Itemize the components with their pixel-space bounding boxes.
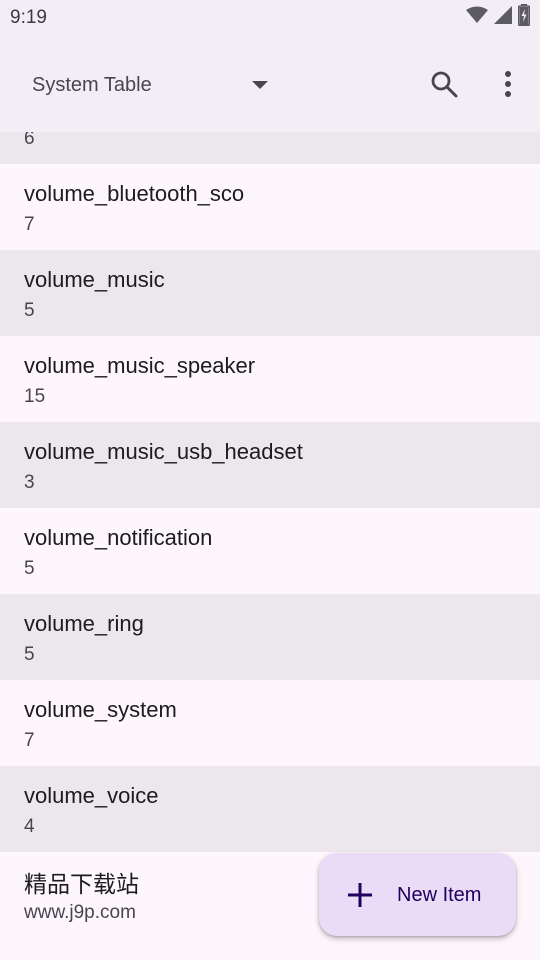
- setting-value: 5: [24, 644, 35, 665]
- status-time: 9:19: [10, 7, 47, 28]
- watermark-title: 精品下载站: [24, 872, 139, 898]
- search-button[interactable]: [422, 64, 466, 108]
- setting-name: volume_music_speaker: [24, 353, 256, 378]
- table-selector-dropdown[interactable]: System Table: [16, 62, 280, 108]
- search-icon: [430, 70, 458, 103]
- list-item[interactable]: volume_notification 5: [0, 508, 540, 594]
- setting-value: 15: [24, 386, 46, 407]
- cell-signal-icon: [494, 5, 512, 29]
- setting-value: 7: [24, 214, 35, 235]
- more-options-button[interactable]: [486, 64, 530, 108]
- plus-icon: [347, 882, 373, 913]
- setting-name: volume_voice: [24, 783, 159, 808]
- status-icons: [466, 3, 531, 31]
- watermark-url: www.j9p.com: [24, 902, 136, 923]
- more-vert-icon: [504, 70, 512, 103]
- status-bar: 9:19: [0, 0, 540, 36]
- list-item[interactable]: volume_music_usb_headset 3: [0, 422, 540, 508]
- setting-value: 6: [24, 132, 35, 149]
- list-item[interactable]: volume_bluetooth_sco 7: [0, 164, 540, 250]
- setting-name: volume_ring: [24, 611, 144, 636]
- list-item[interactable]: volume_music 5: [0, 250, 540, 336]
- settings-list[interactable]: volume_alarm 6 volume_bluetooth_sco 7 vo…: [0, 132, 540, 960]
- table-selector-label: System Table: [32, 73, 152, 96]
- setting-value: 3: [24, 472, 35, 493]
- setting-value: 5: [24, 558, 35, 579]
- list-item[interactable]: volume_ring 5: [0, 594, 540, 680]
- list-item[interactable]: volume_music_speaker 15: [0, 336, 540, 422]
- setting-value: 7: [24, 730, 35, 751]
- setting-value: 5: [24, 300, 35, 321]
- battery-icon: [517, 3, 531, 31]
- fab-label: New Item: [397, 884, 482, 906]
- dropdown-arrow-icon: [252, 78, 268, 96]
- wifi-icon: [466, 6, 488, 29]
- list-item[interactable]: volume_alarm 6: [0, 132, 540, 164]
- list-item[interactable]: volume_voice 4: [0, 766, 540, 852]
- setting-name: volume_system: [24, 697, 177, 722]
- setting-name: volume_bluetooth_sco: [24, 181, 245, 206]
- setting-name: volume_notification: [24, 525, 213, 550]
- setting-value: 4: [24, 816, 35, 837]
- setting-name: volume_music: [24, 267, 165, 292]
- setting-name: volume_music_usb_headset: [24, 439, 303, 464]
- app-bar: System Table: [0, 36, 540, 132]
- new-item-fab[interactable]: New Item: [319, 853, 516, 936]
- list-item[interactable]: volume_system 7: [0, 680, 540, 766]
